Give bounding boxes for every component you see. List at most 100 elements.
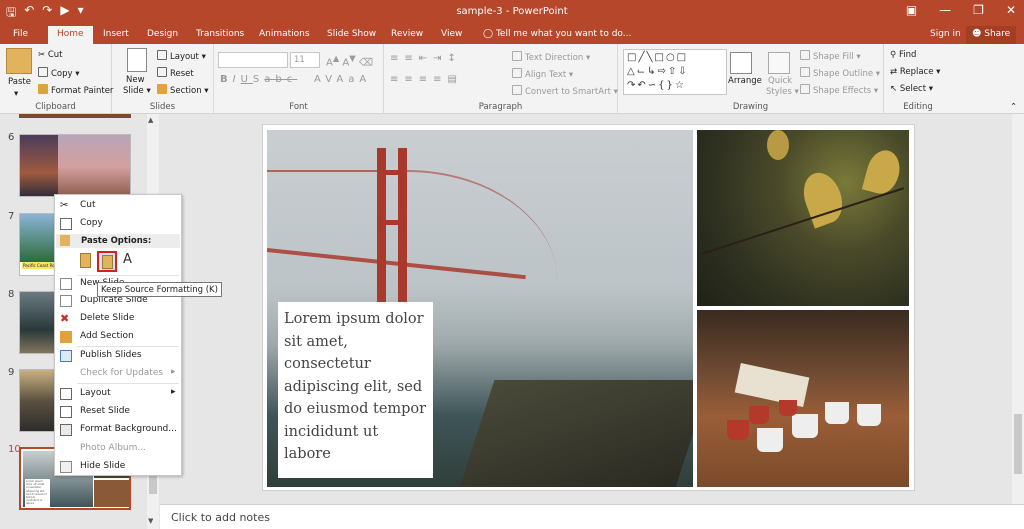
cut-button[interactable]: ✂ Cut [38,50,62,60]
menu-item-check-updates[interactable]: Check for Updates [80,368,163,378]
submenu-arrow-icon: ▸ [171,387,176,397]
menu-item-reset-slide[interactable]: Reset Slide [80,406,130,416]
paste-icon[interactable] [6,48,32,74]
tab-view[interactable]: View [441,29,462,39]
quick-styles-button[interactable]: Quick [768,76,792,86]
scroll-thumb[interactable] [1014,414,1022,474]
tell-me-box[interactable]: ◯ Tell me what you want to do... [483,29,631,39]
paste-use-destination-button[interactable] [77,251,97,272]
scroll-up-icon[interactable]: ▲ [148,116,153,124]
new-slide-icon [60,278,72,290]
menu-item-layout[interactable]: Layout [80,388,111,398]
coffee-cups-photo[interactable] [697,310,909,487]
minimize-icon[interactable]: — [939,3,951,17]
add-section-icon [60,331,72,343]
tooltip: Keep Source Formatting (K) [97,282,222,297]
font-size-buttons[interactable]: A▲ A▼ ⌫ [326,53,373,68]
font-size-combo[interactable]: 11 [290,52,320,68]
copy-icon [60,218,72,230]
delete-slide-icon: ✖ [60,312,70,325]
paste-destination-icon [80,253,91,268]
replace-button[interactable]: ⇄ Replace ▾ [890,67,940,77]
slide-scrollbar[interactable] [1012,114,1024,504]
alignment-buttons[interactable]: ≡≡≡≡▤ [390,74,463,85]
thumbnail-number: 6 [8,132,15,143]
menu-item-copy[interactable]: Copy [80,218,103,228]
menu-item-add-section[interactable]: Add Section [80,331,134,341]
new-slide-dropdown[interactable]: Slide ▾ [123,86,151,96]
scroll-down-icon[interactable]: ▼ [148,517,153,525]
tab-slide-show[interactable]: Slide Show [327,29,376,39]
paragraph-group-label: Paragraph [478,102,523,112]
paintbrush-icon [38,84,48,94]
list-buttons[interactable]: ≡≡⇤⇥↕ [390,53,462,64]
paste-keep-text-button[interactable]: A [121,251,141,272]
paste-dropdown-icon[interactable]: ▾ [14,89,18,99]
format-painter-button[interactable]: Format Painter [38,84,113,96]
align-text-button[interactable]: Align Text ▾ [512,68,573,80]
menu-item-photo-album[interactable]: Photo Album... [80,443,146,453]
shapes-curve-icon[interactable]: ↷↶∽{}☆ [627,80,686,91]
share-button[interactable]: ☻ Share [966,26,1017,44]
tab-review[interactable]: Review [391,29,423,39]
slide-text-box[interactable]: Lorem ipsum dolor sit amet, consectetur … [278,302,433,478]
layout-icon [60,388,72,400]
menu-item-publish-slides[interactable]: Publish Slides [80,350,142,360]
section-icon [157,84,167,94]
scissors-icon: ✂ [38,50,48,60]
tab-transitions[interactable]: Transitions [196,29,244,39]
context-menu: ✂ Cut Copy Paste Options: A New Slide Du… [54,194,182,476]
slides-group: New Slide ▾ Layout ▾ Reset Section ▾ Sli… [112,44,214,114]
slide-thumbnail-6[interactable] [19,134,131,197]
notes-pane[interactable]: Click to add notes [160,504,1024,529]
shapes-icon[interactable]: □╱╲□○□ [627,52,688,63]
paste-keep-source-button[interactable] [97,251,117,272]
editing-group: ⚲ Find ⇄ Replace ▾ ↖ Select ▾ Editing [884,44,952,114]
scissors-icon: ✂ [60,200,69,211]
convert-smartart-button[interactable]: Convert to SmartArt ▾ [512,85,618,97]
menu-item-hide-slide[interactable]: Hide Slide [80,461,125,471]
tab-file[interactable]: File [13,29,28,39]
text-direction-icon [512,51,522,61]
new-slide-button[interactable]: New [126,75,145,85]
shape-fill-button[interactable]: Shape Fill ▾ [800,50,861,62]
menu-item-delete-slide[interactable]: Delete Slide [80,313,134,323]
paragraph-group: ≡≡⇤⇥↕ ≡≡≡≡▤ Text Direction ▾ Align Text … [384,44,618,114]
notes-placeholder: Click to add notes [171,511,270,524]
close-icon[interactable]: ✕ [1006,3,1016,17]
autumn-leaf-photo[interactable] [697,130,909,306]
layout-button[interactable]: Layout ▾ [157,50,206,62]
shapes-gallery[interactable]: □╱╲□○□ △⌙↳⇨⇧⇩ ↷↶∽{}☆ [623,49,727,95]
ribbon-display-icon[interactable]: ▣ [906,3,917,17]
tab-animations[interactable]: Animations [259,29,310,39]
font-name-combo[interactable] [218,52,288,68]
restore-icon[interactable]: ❐ [973,3,984,17]
text-direction-button[interactable]: Text Direction ▾ [512,51,590,63]
select-button[interactable]: ↖ Select ▾ [890,84,933,94]
shapes-row-icon[interactable]: △⌙↳⇨⇧⇩ [627,66,689,77]
sign-in-link[interactable]: Sign in [930,29,961,39]
menu-item-cut[interactable]: Cut [80,200,96,210]
replace-icon: ⇄ [890,67,900,77]
tab-home[interactable]: Home [48,26,93,44]
copy-button[interactable]: Copy ▾ [38,67,80,79]
menu-item-format-background[interactable]: Format Background... [80,424,177,434]
font-color-buttons[interactable]: AVAaA [314,74,371,85]
paint-bucket-icon [800,50,810,60]
quick-styles-dropdown[interactable]: Styles ▾ [766,87,799,97]
quick-styles-icon[interactable] [768,52,790,74]
font-style-buttons[interactable]: BIUSabc [220,74,297,85]
shape-outline-button[interactable]: Shape Outline ▾ [800,67,880,79]
reset-button[interactable]: Reset [157,67,194,79]
collapse-ribbon-icon[interactable]: ⌃ [1010,102,1017,112]
tab-insert[interactable]: Insert [103,29,129,39]
tab-design[interactable]: Design [147,29,178,39]
new-slide-icon[interactable] [127,48,147,72]
section-button[interactable]: Section ▾ [157,84,209,96]
find-button[interactable]: ⚲ Find [890,50,916,60]
arrange-icon[interactable] [730,52,752,74]
paste-button[interactable]: Paste [8,77,31,87]
window-controls: ▣ — ❐ ✕ [906,3,1016,17]
arrange-button[interactable]: Arrange [728,76,762,86]
shape-effects-button[interactable]: Shape Effects ▾ [800,84,878,96]
